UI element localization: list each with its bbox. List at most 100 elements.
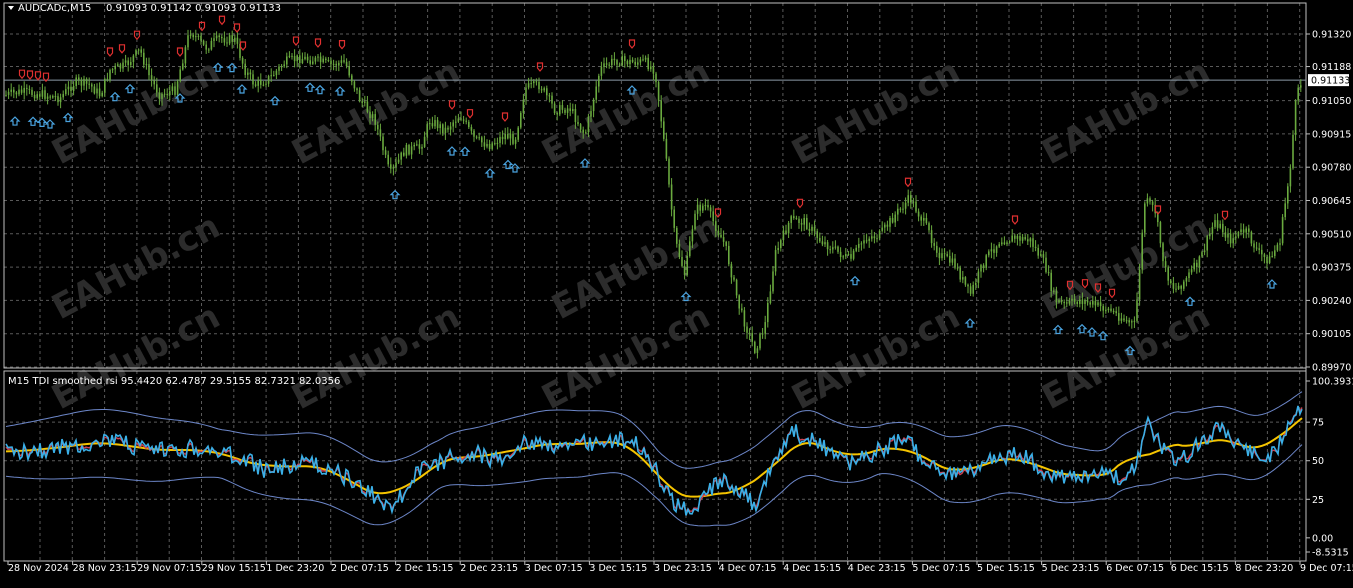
candle-body bbox=[413, 144, 415, 147]
candle-body bbox=[1066, 302, 1068, 304]
candle-body bbox=[267, 76, 270, 84]
candle-body bbox=[1198, 256, 1201, 268]
candle-body bbox=[769, 291, 772, 304]
candle-body bbox=[215, 35, 218, 39]
candle-body bbox=[1203, 250, 1206, 253]
candle-body bbox=[137, 49, 140, 51]
candle-body bbox=[847, 254, 850, 256]
symbol-label: AUDCADc,M15 bbox=[18, 3, 91, 14]
time-axis[interactable]: 28 Nov 2024 28 Nov 23:15 29 Nov 07:15 29 No… bbox=[7, 561, 1353, 574]
candle-body bbox=[806, 217, 808, 229]
chart-canvas[interactable]: EAHub.cn EAHub.cn EAHub.cn EAHub.cn EAHub.cn… bbox=[0, 0, 1353, 585]
candle-body bbox=[624, 56, 626, 62]
candle-body bbox=[967, 284, 969, 287]
price-tick-label: 0.90645 bbox=[1312, 196, 1351, 207]
candle-body bbox=[1206, 236, 1208, 251]
candle-body bbox=[1167, 267, 1169, 281]
candle-body bbox=[1016, 236, 1019, 239]
candle-body bbox=[327, 60, 330, 62]
candle-body bbox=[179, 69, 181, 82]
candle-body bbox=[286, 56, 288, 65]
candle-body bbox=[930, 230, 933, 244]
candle-body bbox=[548, 95, 551, 97]
candle-body bbox=[109, 69, 111, 80]
candle-body bbox=[226, 42, 228, 44]
candle-body bbox=[33, 94, 36, 99]
candle-body bbox=[1170, 280, 1172, 284]
candle-body bbox=[366, 101, 369, 112]
candle-body bbox=[104, 78, 106, 93]
candle-body bbox=[1284, 203, 1286, 218]
candle-body bbox=[790, 216, 792, 223]
candle-body bbox=[660, 100, 662, 122]
candle-body bbox=[299, 55, 301, 64]
candle-body bbox=[278, 66, 280, 71]
candle-body bbox=[1068, 300, 1071, 304]
candle-body bbox=[507, 134, 509, 139]
candle-body bbox=[88, 83, 90, 85]
candle-body bbox=[746, 326, 748, 333]
candle-body bbox=[917, 211, 920, 217]
candle-body bbox=[634, 61, 636, 65]
candle-body bbox=[803, 217, 805, 225]
candle-body bbox=[668, 158, 670, 185]
candle-body bbox=[540, 89, 543, 91]
candle-body bbox=[590, 111, 592, 117]
ind-tick-label: 100.3931 bbox=[1312, 377, 1353, 388]
candle-body bbox=[382, 136, 384, 151]
candle-body bbox=[1097, 302, 1099, 306]
candle-body bbox=[473, 130, 475, 137]
trading-terminal-chart-window[interactable]: EAHub.cn EAHub.cn EAHub.cn EAHub.cn EAHub.cn… bbox=[0, 0, 1353, 585]
candle-body bbox=[488, 144, 491, 149]
candle-body bbox=[1092, 300, 1094, 305]
candle-body bbox=[332, 63, 335, 65]
candle-body bbox=[889, 217, 891, 227]
candle-body bbox=[442, 124, 444, 134]
candle-body bbox=[631, 59, 634, 62]
candle-body bbox=[1276, 244, 1279, 251]
ohlc-values: 0.91093 0.91142 0.91093 0.91133 bbox=[106, 3, 281, 14]
candle-body bbox=[678, 243, 681, 257]
candle-body bbox=[106, 78, 109, 80]
time-tick-label: 3 Dec 07:15 bbox=[525, 563, 583, 574]
candle-body bbox=[75, 77, 77, 86]
candle-body bbox=[842, 256, 844, 258]
candle-body bbox=[855, 247, 857, 251]
candle-body bbox=[985, 255, 987, 268]
candle-body bbox=[954, 258, 956, 268]
candle-body bbox=[481, 137, 483, 143]
candle-body bbox=[397, 159, 400, 163]
candle-body bbox=[293, 56, 296, 62]
candle-body bbox=[707, 205, 709, 208]
candle-body bbox=[283, 64, 285, 67]
candle-body bbox=[54, 96, 57, 98]
candle-body bbox=[1079, 299, 1081, 304]
candle-body bbox=[738, 295, 740, 309]
candle-body bbox=[725, 241, 727, 246]
candle-body bbox=[1011, 235, 1013, 242]
candle-body bbox=[78, 77, 80, 80]
candle-body bbox=[964, 277, 967, 285]
time-tick-label: 3 Dec 23:15 bbox=[654, 563, 712, 574]
candle-body bbox=[1162, 243, 1164, 262]
candle-body bbox=[330, 60, 332, 64]
candle-body bbox=[1110, 308, 1112, 311]
candle-body bbox=[1255, 247, 1258, 249]
candle-body bbox=[767, 303, 769, 323]
candle-body bbox=[31, 89, 33, 95]
candle-body bbox=[772, 271, 774, 292]
candle-body bbox=[761, 333, 764, 335]
candle-body bbox=[824, 242, 826, 245]
candle-body bbox=[236, 37, 239, 44]
time-tick-label: 3 Dec 15:15 bbox=[589, 563, 647, 574]
price-tick-label: 0.91188 bbox=[1312, 62, 1351, 73]
candle-body bbox=[1073, 298, 1076, 302]
candle-body bbox=[564, 109, 566, 113]
candle-body bbox=[1032, 238, 1034, 247]
candle-body bbox=[925, 218, 928, 224]
candle-body bbox=[13, 89, 15, 93]
candle-body bbox=[912, 201, 915, 203]
candle-body bbox=[1279, 243, 1281, 245]
candle-body bbox=[434, 120, 436, 127]
candle-body bbox=[1138, 269, 1141, 300]
